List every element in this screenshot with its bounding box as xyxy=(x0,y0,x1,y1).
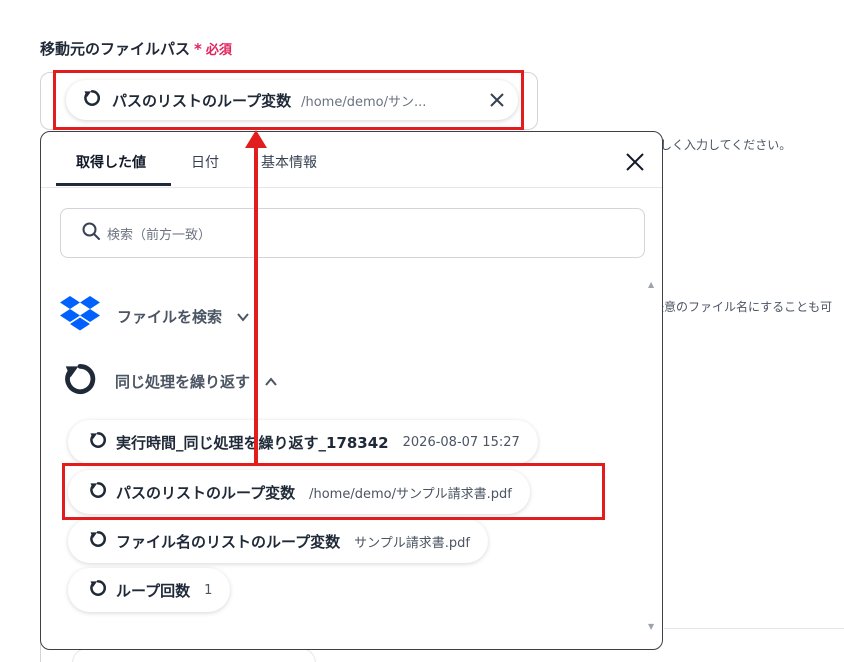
popup-tabs: 取得した値 日付 基本情報 xyxy=(41,132,662,188)
field-hint-text: しく入力してください。 xyxy=(660,138,792,152)
remove-chip-icon[interactable] xyxy=(488,91,506,109)
item-value: 1 xyxy=(204,582,213,598)
search-placeholder: 検索（前方一致） xyxy=(107,227,212,243)
selected-chip-name: パスのリストのループ変数 xyxy=(112,91,292,110)
close-icon[interactable] xyxy=(623,150,647,174)
tab-date[interactable]: 日付 xyxy=(191,152,219,172)
list-item[interactable]: ループ回数 1 xyxy=(68,568,231,612)
filename-hint-text: 任意のファイル名にすることも可 xyxy=(652,300,833,314)
list-item[interactable]: ファイル名のリストのループ変数 サンプル請求書.pdf xyxy=(68,519,488,563)
group-label: 同じ処理を繰り返す xyxy=(115,372,251,391)
loop-icon xyxy=(88,529,108,553)
tab-acquired-values[interactable]: 取得した値 xyxy=(76,152,146,172)
background-chip xyxy=(72,648,316,662)
annotation-arrow-line xyxy=(254,144,258,464)
loop-icon xyxy=(82,88,102,112)
chevron-down-icon xyxy=(236,309,250,323)
required-text: 必須 xyxy=(205,43,232,58)
search-input[interactable]: 検索（前方一致） xyxy=(60,208,645,258)
selected-chip-value: /home/demo/サン... xyxy=(301,94,427,110)
search-icon xyxy=(81,221,101,245)
item-value: /home/demo/サンプル請求書.pdf xyxy=(309,486,512,502)
group-file-search[interactable]: ファイルを検索 xyxy=(59,294,250,338)
dropbox-icon xyxy=(59,294,101,338)
loop-icon xyxy=(61,360,99,402)
scroll-up-arrow-icon[interactable]: ▲ xyxy=(648,280,654,289)
annotation-arrow-head-icon xyxy=(245,130,267,148)
item-name: 実行時間_同じ処理を繰り返す_178342 xyxy=(116,433,389,452)
tab-basic-info[interactable]: 基本情報 xyxy=(261,152,317,172)
item-value: 2026-08-07 15:27 xyxy=(402,434,520,450)
loop-icon xyxy=(88,480,108,504)
list-item[interactable]: パスのリストのループ変数 /home/demo/サンプル請求書.pdf xyxy=(68,470,530,514)
group-label: ファイルを検索 xyxy=(117,307,223,326)
list-item[interactable]: 実行時間_同じ処理を繰り返す_178342 2026-08-07 15:27 xyxy=(68,420,538,464)
item-value: サンプル請求書.pdf xyxy=(354,535,470,551)
item-name: ループ回数 xyxy=(116,581,191,600)
chevron-up-icon xyxy=(264,374,278,388)
selected-variable-chip[interactable]: パスのリストのループ変数 /home/demo/サン... xyxy=(66,80,518,120)
divider xyxy=(664,628,844,629)
loop-icon xyxy=(88,430,108,454)
required-star: * xyxy=(194,40,202,58)
field-label: 移動元のファイルパス * 必須 xyxy=(40,38,232,59)
field-label-text: 移動元のファイルパス xyxy=(40,40,191,58)
item-name: パスのリストのループ変数 xyxy=(116,483,296,502)
group-loop[interactable]: 同じ処理を繰り返す xyxy=(59,360,278,402)
item-name: ファイル名のリストのループ変数 xyxy=(116,532,341,551)
active-tab-indicator xyxy=(56,183,171,186)
scroll-down-arrow-icon[interactable]: ▼ xyxy=(648,622,654,631)
variable-picker-popup: 取得した値 日付 基本情報 検索（前方一致） ▲ ▼ ファイルを検索 同じ処理を… xyxy=(40,131,663,650)
loop-icon xyxy=(88,578,108,602)
